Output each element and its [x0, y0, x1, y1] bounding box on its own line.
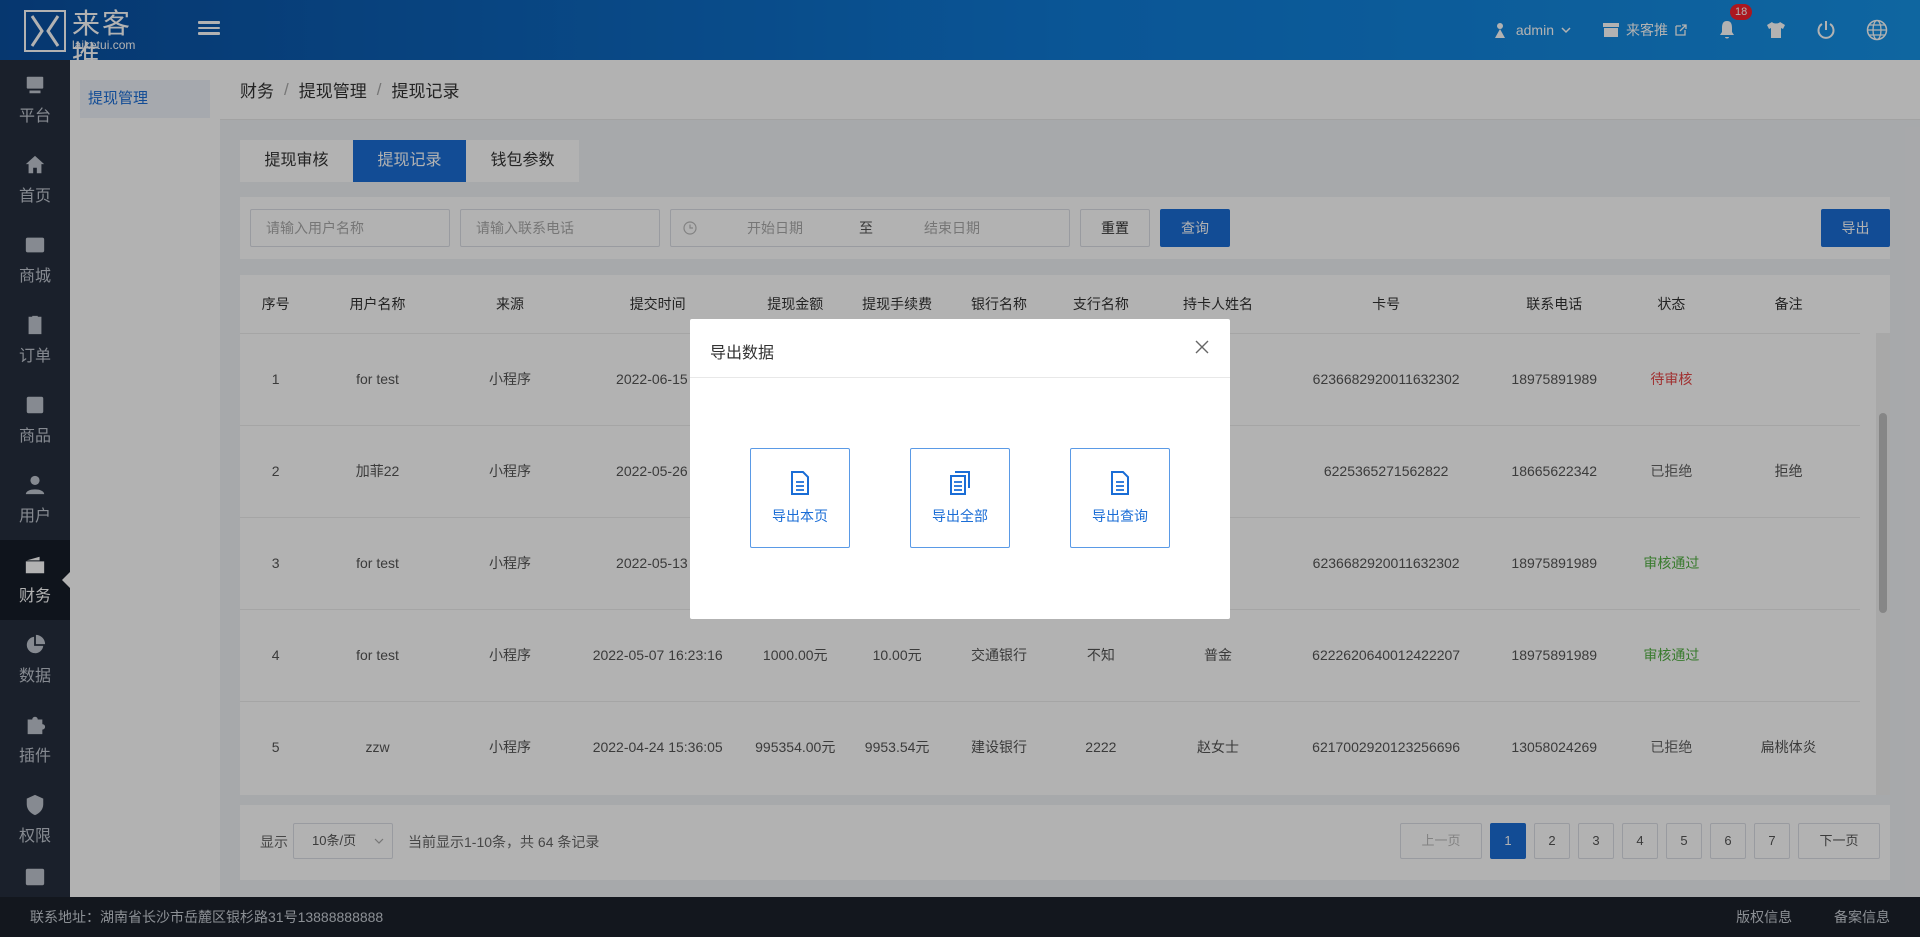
export-all-button[interactable]: 导出全部: [910, 448, 1010, 548]
document-icon: [1111, 471, 1129, 495]
dialog-title: 导出数据: [710, 345, 775, 362]
export-query-label: 导出查询: [1092, 508, 1148, 524]
export-data-dialog: 导出数据 导出本页 导出全部 导出查询: [690, 319, 1230, 619]
export-query-button[interactable]: 导出查询: [1070, 448, 1170, 548]
close-icon[interactable]: [1194, 339, 1210, 355]
export-page-button[interactable]: 导出本页: [750, 448, 850, 548]
dialog-header: 导出数据: [690, 319, 1230, 378]
documents-copy-icon: [950, 471, 970, 495]
export-all-label: 导出全部: [932, 508, 988, 524]
export-page-label: 导出本页: [772, 508, 828, 524]
document-icon: [791, 471, 809, 495]
